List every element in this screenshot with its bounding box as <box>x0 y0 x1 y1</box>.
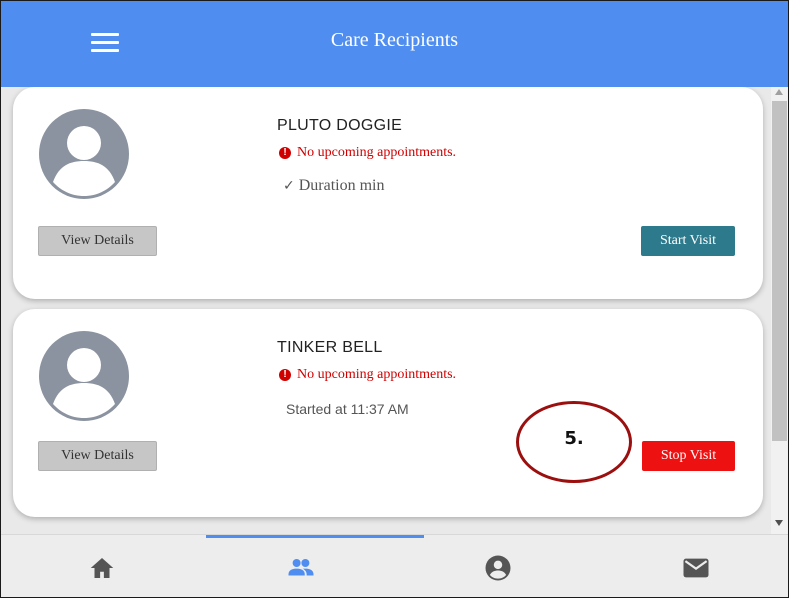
app-frame: Care Recipients PLUTO DOGGIE ! No upcomi… <box>0 0 789 598</box>
scroll-down-arrow-icon[interactable] <box>775 520 783 526</box>
start-visit-button[interactable]: Start Visit <box>641 226 735 256</box>
recipient-card: PLUTO DOGGIE ! No upcoming appointments.… <box>13 87 763 299</box>
appointment-status: ! No upcoming appointments. <box>279 367 456 383</box>
recipient-card: TINKER BELL ! No upcoming appointments. … <box>13 309 763 517</box>
appointment-status-text: No upcoming appointments. <box>297 145 457 160</box>
visit-start-time: Started at 11:37 AM <box>286 401 409 417</box>
duration-text: Duration min <box>298 177 385 194</box>
view-details-button[interactable]: View Details <box>38 441 157 471</box>
alert-icon: ! <box>279 147 291 159</box>
active-tab-indicator <box>206 535 424 538</box>
recipient-list: PLUTO DOGGIE ! No upcoming appointments.… <box>1 87 788 534</box>
avatar-placeholder-icon <box>39 109 129 199</box>
appointment-status: ! No upcoming appointments. <box>279 145 456 161</box>
scroll-up-arrow-icon[interactable] <box>775 89 783 95</box>
recipient-name: TINKER BELL <box>277 339 383 356</box>
people-icon[interactable] <box>286 553 316 583</box>
recipient-name: PLUTO DOGGIE <box>277 117 403 134</box>
check-icon: ✓ <box>283 178 295 194</box>
avatar-placeholder-icon <box>39 331 129 421</box>
top-app-bar: Care Recipients <box>1 1 788 87</box>
view-details-button[interactable]: View Details <box>38 226 157 256</box>
visit-duration: ✓ Duration min <box>283 177 385 195</box>
account-circle-icon[interactable] <box>483 553 513 583</box>
alert-icon: ! <box>279 369 291 381</box>
stop-visit-button[interactable]: Stop Visit <box>642 441 735 471</box>
mail-icon[interactable] <box>681 553 711 583</box>
scrollbar[interactable] <box>771 87 788 534</box>
page-title: Care Recipients <box>330 29 459 51</box>
appointment-status-text: No upcoming appointments. <box>297 367 457 382</box>
step-number: 5. <box>564 428 584 449</box>
bottom-navigation <box>1 534 788 597</box>
home-icon[interactable] <box>87 553 117 583</box>
step-annotation-circle: 5. <box>516 401 632 483</box>
scrollbar-thumb[interactable] <box>772 101 787 441</box>
